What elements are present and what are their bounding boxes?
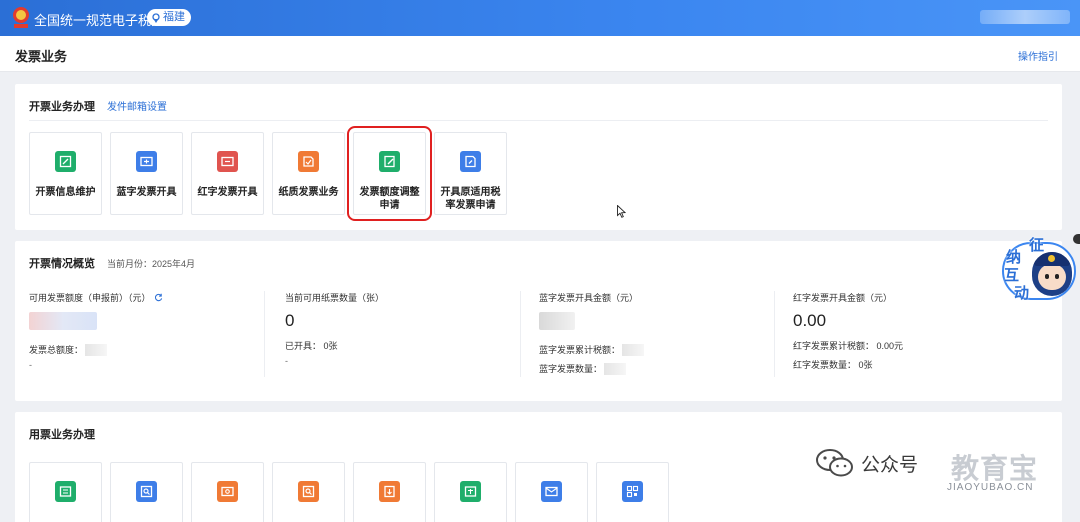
overview-title: 开票情况概览 <box>29 258 95 270</box>
ticket-icon <box>136 151 157 172</box>
usage-tile[interactable] <box>353 462 426 522</box>
blue-count-redacted <box>604 362 627 375</box>
blue-count-label: 蓝字发票数量： <box>539 364 603 374</box>
issue-tiles: 开票信息维护 蓝字发票开具 红字发票开具 纸质发票业务 发票额度调整申请 开具原… <box>29 126 507 221</box>
ticket-icon <box>460 481 481 502</box>
red-count-label: 红字发票数量： <box>793 360 857 370</box>
blue-invoice-column: 蓝字发票开具金额（元） 蓝字发票累计税额： 蓝字发票数量： <box>539 291 775 377</box>
blue-tax-redacted <box>622 343 645 356</box>
download-icon <box>379 481 400 502</box>
tile-blue-invoice-issue[interactable]: 蓝字发票开具 <box>110 132 183 215</box>
red-invoice-column: 红字发票开具金额（元） 0.00 红字发票累计税额： 0.00元 红字发票数量：… <box>793 291 1029 377</box>
usage-tile[interactable] <box>434 462 507 522</box>
tile-label: 开具原适用税率发票申请 <box>440 187 501 211</box>
tile-label: 蓝字发票开具 <box>116 187 177 198</box>
region-label: 福建 <box>163 11 185 23</box>
refresh-icon[interactable] <box>154 293 163 302</box>
red-amount-label: 红字发票开具金额（元） <box>793 293 893 303</box>
tile-original-tax-rate-invoice-apply[interactable]: 开具原适用税率发票申请 <box>434 132 507 215</box>
paper-count-value: 0 <box>285 311 295 330</box>
page-title: 发票业务 <box>15 49 68 64</box>
usage-tile[interactable] <box>29 462 102 522</box>
tile-invoice-info-maintenance[interactable]: 开票信息维护 <box>29 132 102 215</box>
ticket-icon <box>55 481 76 502</box>
tile-label: 开票信息维护 <box>35 187 96 198</box>
red-tax-label: 红字发票累计税额： <box>793 341 875 351</box>
tax-emblem-icon <box>13 7 29 28</box>
ticket-icon <box>217 481 238 502</box>
issue-section-title: 开票业务办理 <box>29 101 95 113</box>
usage-tile[interactable] <box>515 462 588 522</box>
mail-icon <box>541 481 562 502</box>
total-quota-dash: - <box>29 360 32 370</box>
usage-section-title: 用票业务办理 <box>29 429 95 441</box>
paper-count-label: 当前可用纸票数量（张） <box>285 293 385 303</box>
tile-label: 纸质发票业务 <box>278 187 339 198</box>
region-selector[interactable]: 福建 <box>147 9 191 26</box>
operation-guide-link[interactable]: 操作指引 <box>1018 48 1058 63</box>
watermark-brand: 教育宝 <box>951 453 1039 484</box>
mouse-cursor-icon <box>617 205 626 218</box>
usage-tile[interactable] <box>110 462 183 522</box>
paper-dash: - <box>285 356 288 366</box>
tile-invoice-quota-adjust-apply[interactable]: 发票额度调整申请 <box>347 126 432 221</box>
total-quota-label: 发票总额度： <box>29 345 84 355</box>
blue-amount-redacted <box>539 312 575 330</box>
tax-interaction-mascot-widget[interactable]: 征 纳 互 动 <box>1002 236 1080 302</box>
available-quota-column: 可用发票额度（申报前）（元） 发票总额度： - <box>29 291 265 377</box>
tile-label: 发票额度调整申请 <box>359 187 420 211</box>
tile-label: 红字发票开具 <box>197 187 258 198</box>
page-header: 发票业务 操作指引 <box>0 36 1080 72</box>
tile-red-invoice-issue[interactable]: 红字发票开具 <box>191 132 264 215</box>
total-quota-redacted <box>85 343 108 356</box>
paper-icon <box>298 151 319 172</box>
edit-doc-icon <box>55 151 76 172</box>
location-pin-icon <box>152 12 160 23</box>
search-doc-icon <box>298 481 319 502</box>
officer-avatar-icon <box>1032 252 1072 296</box>
top-bar: 全国统一规范电子税务局 福建 <box>0 0 1080 36</box>
side-drawer-handle[interactable] <box>1073 234 1080 244</box>
watermark-text: 公众号 <box>861 454 919 476</box>
usage-tiles <box>29 462 669 522</box>
invoice-overview-card: 开票情况概览 当前月份：2025年4月 可用发票额度（申报前）（元） 发票总额度… <box>15 241 1062 401</box>
issue-business-card: 开票业务办理 发件邮箱设置 开票信息维护 蓝字发票开具 红字发票开具 纸质发票业… <box>15 84 1062 230</box>
available-quota-label: 可用发票额度（申报前）（元） <box>29 293 151 303</box>
sender-mailbox-settings-link[interactable]: 发件邮箱设置 <box>107 98 167 113</box>
usage-tile[interactable] <box>191 462 264 522</box>
paper-count-column: 当前可用纸票数量（张） 0 已开具： 0张 - <box>285 291 521 377</box>
mascot-char: 动 <box>1014 285 1030 302</box>
red-amount-value: 0.00 <box>793 311 827 330</box>
red-count-value: 0张 <box>858 360 873 370</box>
quota-edit-icon <box>379 151 400 172</box>
current-month: 当前月份：2025年4月 <box>107 259 196 269</box>
search-doc-icon <box>136 481 157 502</box>
available-quota-value-redacted <box>29 312 97 330</box>
red-tax-value: 0.00元 <box>876 341 904 351</box>
blue-amount-label: 蓝字发票开具金额（元） <box>539 293 639 303</box>
blue-tax-label: 蓝字发票累计税额： <box>539 345 621 355</box>
issued-value: 0张 <box>323 341 338 351</box>
issued-label: 已开具： <box>285 341 322 351</box>
tile-paper-invoice-business[interactable]: 纸质发票业务 <box>272 132 345 215</box>
ticket-icon <box>217 151 238 172</box>
qrcode-icon <box>622 481 643 502</box>
usage-tile[interactable] <box>272 462 345 522</box>
apply-doc-icon <box>460 151 481 172</box>
user-info-redacted[interactable] <box>980 10 1070 24</box>
divider <box>29 120 1048 121</box>
usage-tile[interactable] <box>596 462 669 522</box>
wechat-icon <box>816 449 853 477</box>
wechat-watermark: 公众号 <box>815 446 918 480</box>
watermark-url: JIAOYUBAO.CN <box>947 482 1034 493</box>
